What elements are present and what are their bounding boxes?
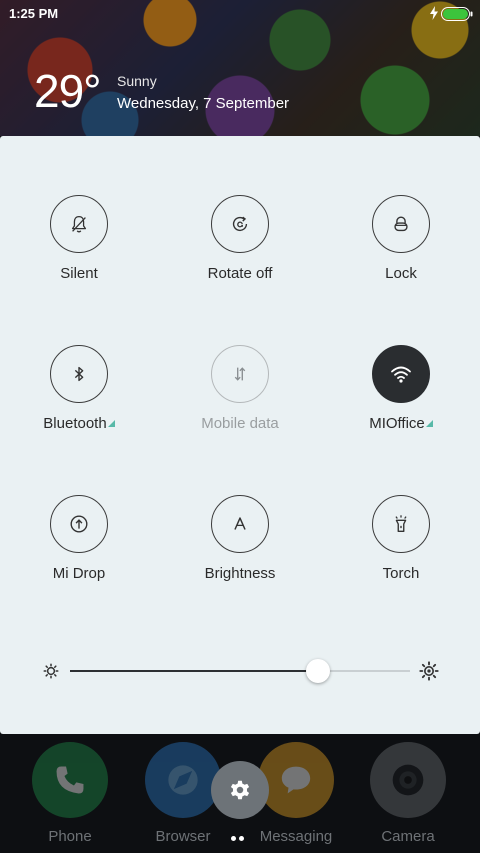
submenu-caret-icon[interactable] (107, 420, 115, 427)
tile-bluetooth[interactable]: Bluetooth (9, 345, 149, 455)
brightness-high-icon (419, 661, 439, 681)
tile-torch-button[interactable] (372, 495, 430, 553)
page-dot (231, 836, 236, 841)
tile-lock[interactable]: Lock (331, 195, 471, 305)
app-phone[interactable]: Phone (15, 738, 125, 848)
brightness-auto-icon (234, 517, 246, 530)
temperature: 29° (34, 65, 102, 117)
tile-wifi-button[interactable] (372, 345, 430, 403)
page-dot (239, 836, 244, 841)
tile-lock-button[interactable] (372, 195, 430, 253)
tile-mi-drop[interactable]: Mi Drop (9, 495, 149, 605)
charging-bolt-icon (430, 6, 438, 20)
wifi-icon (391, 366, 411, 383)
tile-torch[interactable]: Torch (331, 495, 471, 605)
quick-settings-panel: Silent Rotate off Lock Bluetooth Mobile … (0, 136, 480, 734)
tile-lock-label: Lock (385, 265, 417, 282)
tile-wifi[interactable]: MIOffice (331, 345, 471, 455)
tile-brightness-button[interactable] (211, 495, 269, 553)
app-phone-label: Phone (48, 828, 92, 845)
browser-icon[interactable] (145, 742, 221, 818)
submenu-caret-icon[interactable] (425, 420, 433, 427)
brightness-low-icon (43, 663, 59, 679)
brightness-slider-thumb[interactable] (306, 659, 331, 683)
tile-bluetooth-label: Bluetooth (9, 415, 149, 432)
tile-brightness[interactable]: Brightness (170, 495, 310, 605)
weather-condition: Sunny (117, 73, 157, 89)
app-camera-label: Camera (381, 828, 435, 845)
tile-mobile-data-label: Mobile data (201, 415, 279, 432)
app-camera[interactable]: Camera (353, 738, 463, 848)
settings-button[interactable] (211, 761, 269, 819)
bluetooth-icon (74, 366, 84, 382)
tile-rotate[interactable]: Rotate off (170, 195, 310, 305)
mi-drop-icon (70, 515, 88, 533)
tile-mobile-data-button[interactable] (211, 345, 269, 403)
status-bar: 1:25 PM (0, 0, 480, 28)
tile-torch-label: Torch (382, 565, 420, 582)
app-browser-label: Browser (155, 828, 211, 845)
rotate-lock-icon (232, 216, 248, 232)
tile-rotate-label: Rotate off (207, 265, 273, 282)
page-indicator (231, 828, 251, 841)
status-time: 1:25 PM (9, 6, 59, 21)
date-label: Wednesday, 7 September (117, 95, 290, 112)
app-messaging-label: Messaging (259, 828, 333, 845)
mobile-data-icon (234, 367, 246, 381)
brightness-slider[interactable] (70, 659, 410, 683)
tile-silent[interactable]: Silent (9, 195, 149, 305)
tile-wifi-label: MIOffice (331, 415, 471, 432)
tile-silent-label: Silent (60, 265, 98, 282)
tile-brightness-label: Brightness (204, 565, 276, 582)
phone-icon[interactable] (32, 742, 108, 818)
camera-icon[interactable] (370, 742, 446, 818)
gear-icon (230, 780, 250, 800)
brightness-slider-fill (70, 670, 319, 672)
tile-bluetooth-button[interactable] (50, 345, 108, 403)
battery-full-icon (441, 7, 473, 21)
torch-icon (395, 515, 407, 533)
bell-off-icon (71, 216, 87, 233)
message-icon[interactable] (258, 742, 334, 818)
weather-widget[interactable]: 29° Sunny Wednesday, 7 September (0, 60, 480, 130)
tile-mi-drop-button[interactable] (50, 495, 108, 553)
tile-mobile-data[interactable]: Mobile data (170, 345, 310, 455)
lock-icon (394, 216, 408, 232)
tile-silent-button[interactable] (50, 195, 108, 253)
tile-rotate-button[interactable] (211, 195, 269, 253)
tile-mi-drop-label: Mi Drop (52, 565, 106, 582)
